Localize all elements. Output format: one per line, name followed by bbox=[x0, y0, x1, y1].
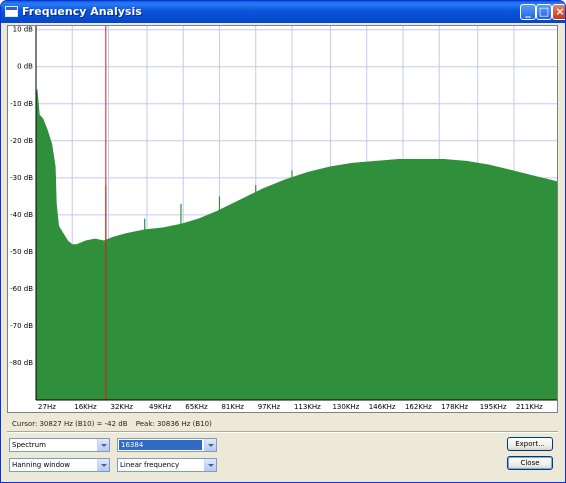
x-tick-label: 81KHz bbox=[221, 403, 244, 411]
window-icon bbox=[5, 6, 18, 17]
y-tick-label: -10 dB bbox=[10, 100, 33, 108]
peak-readout: Peak: 30836 Hz (B10) bbox=[135, 420, 212, 428]
y-tick-label: -80 dB bbox=[10, 359, 33, 367]
divider bbox=[7, 431, 558, 433]
display-mode-value: Spectrum bbox=[12, 441, 46, 449]
x-tick-label: 162KHz bbox=[405, 403, 432, 411]
x-tick-label: 32KHz bbox=[110, 403, 133, 411]
window-function-select[interactable]: Hanning window bbox=[9, 458, 110, 472]
frequency-analysis-window: Frequency Analysis _ □ × 10 dB 0 dB -10 dB… bbox=[0, 0, 566, 483]
y-tick-label: -30 dB bbox=[10, 174, 33, 182]
x-tick-label: 146KHz bbox=[369, 403, 396, 411]
y-tick-label: -50 dB bbox=[10, 248, 33, 256]
y-tick-label: -60 dB bbox=[10, 285, 33, 293]
axis-scale-value: Linear frequency bbox=[120, 461, 180, 469]
x-tick-label: 211KHz bbox=[516, 403, 543, 411]
chevron-down-icon[interactable] bbox=[204, 459, 216, 471]
display-mode-select[interactable]: Spectrum bbox=[9, 438, 110, 452]
window-title: Frequency Analysis bbox=[22, 5, 142, 18]
y-tick-label: -70 dB bbox=[10, 322, 33, 330]
x-tick-label: 27Hz bbox=[38, 403, 56, 411]
fft-size-select[interactable]: 16384 bbox=[117, 438, 217, 452]
y-tick-label: 10 dB bbox=[13, 26, 34, 34]
x-tick-label: 130KHz bbox=[332, 403, 359, 411]
x-tick-label: 49KHz bbox=[149, 403, 172, 411]
close-window-button[interactable]: × bbox=[552, 4, 565, 20]
fft-size-value: 16384 bbox=[119, 440, 202, 450]
export-button[interactable]: Export... bbox=[507, 437, 553, 451]
x-tick-label: 97KHz bbox=[258, 403, 281, 411]
x-tick-label: 16KHz bbox=[74, 403, 97, 411]
window-function-value: Hanning window bbox=[12, 461, 71, 469]
y-tick-label: -20 dB bbox=[10, 137, 33, 145]
cursor-readout: Cursor: 30827 Hz (B10) = -42 dB bbox=[12, 420, 128, 428]
maximize-button[interactable]: □ bbox=[536, 4, 552, 20]
chevron-down-icon[interactable] bbox=[97, 459, 109, 471]
x-tick-label: 195KHz bbox=[480, 403, 507, 411]
status-bar: Cursor: 30827 Hz (B10) = -42 dB Peak: 30… bbox=[12, 420, 218, 428]
x-tick-label: 113KHz bbox=[294, 403, 321, 411]
spectrum-chart[interactable]: 10 dB 0 dB -10 dB -20 dB -30 dB -40 dB -50 dB -… bbox=[8, 26, 557, 412]
minimize-button[interactable]: _ bbox=[520, 4, 536, 20]
y-tick-label: 0 dB bbox=[17, 63, 33, 71]
close-button[interactable]: Close bbox=[507, 456, 553, 470]
y-tick-label: -40 dB bbox=[10, 211, 33, 219]
x-tick-label: 178KHz bbox=[441, 403, 468, 411]
axis-scale-select[interactable]: Linear frequency bbox=[117, 458, 217, 472]
spectrum-plot[interactable]: 10 dB 0 dB -10 dB -20 dB -30 dB -40 dB -50 dB -… bbox=[7, 25, 558, 413]
chevron-down-icon[interactable] bbox=[97, 439, 109, 451]
chevron-down-icon[interactable] bbox=[204, 439, 216, 451]
x-tick-label: 65KHz bbox=[185, 403, 208, 411]
title-bar[interactable]: Frequency Analysis _ □ × bbox=[1, 1, 565, 23]
